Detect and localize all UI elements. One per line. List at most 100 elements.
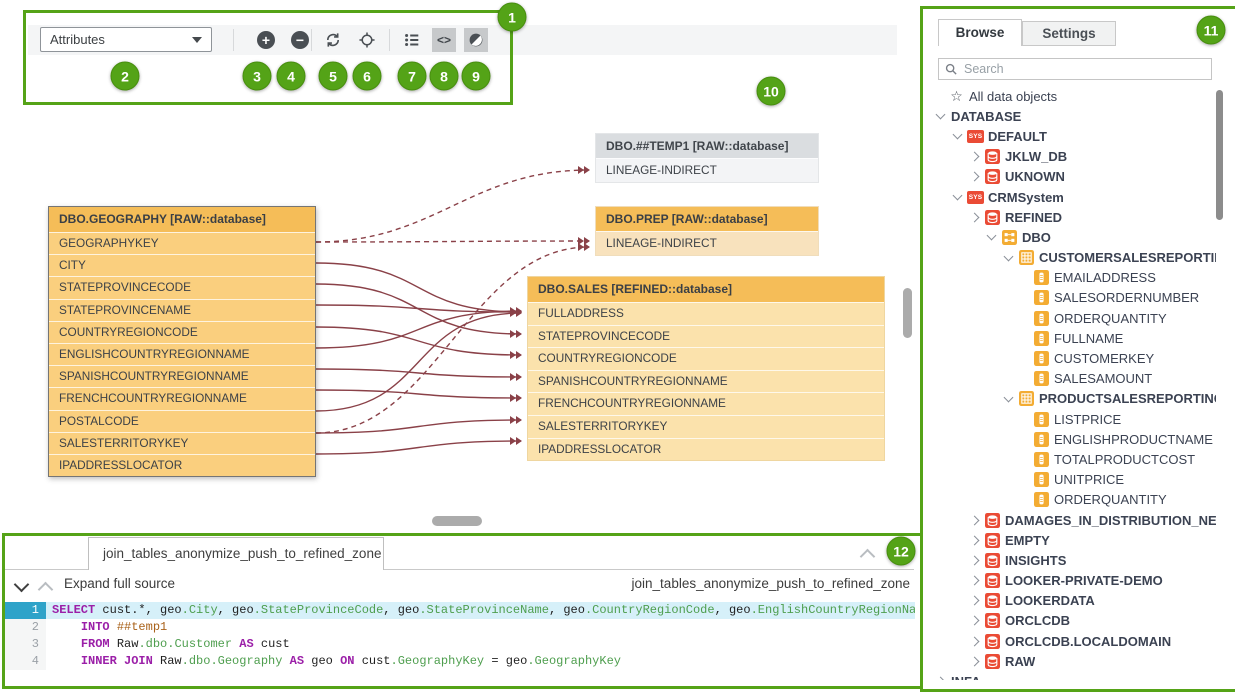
tree-item-jklw-db[interactable]: JKLW_DB [932, 147, 1216, 167]
tree-item-fullname[interactable]: FULLNAME [932, 328, 1216, 348]
node-attribute-row[interactable]: FRENCHCOUNTRYREGIONNAME [49, 387, 315, 409]
lineage-node-geography[interactable]: DBO.GEOGRAPHY [RAW::database]GEOGRAPHYKE… [48, 206, 316, 477]
chevron-right-icon[interactable] [970, 656, 980, 666]
node-attribute-row[interactable]: COUNTRYREGIONCODE [49, 321, 315, 343]
tree-item-orclcdb-localdomain[interactable]: ORCLCDB.LOCALDOMAIN [932, 631, 1216, 651]
node-attribute-row[interactable]: CITY [49, 254, 315, 276]
node-attribute-row[interactable]: IPADDRESSLOCATOR [528, 438, 884, 461]
chevron-down-icon[interactable] [987, 231, 997, 241]
step-down-icon[interactable] [14, 577, 30, 593]
chevron-down-icon[interactable] [936, 110, 946, 120]
node-attribute-row[interactable]: SPANISHCOUNTRYREGIONNAME [49, 365, 315, 387]
tree-item-damages-in-distribution-netw[interactable]: DAMAGES_IN_DISTRIBUTION_NETW [932, 510, 1216, 530]
tree-item-empty[interactable]: EMPTY [932, 530, 1216, 550]
node-attribute-row[interactable]: STATEPROVINCECODE [49, 276, 315, 298]
tree-item-productsalesreporting[interactable]: PRODUCTSALESREPORTING [932, 389, 1216, 409]
tree-item-uknown[interactable]: UKNOWN [932, 167, 1216, 187]
lineage-edge [316, 305, 521, 312]
chevron-right-icon[interactable] [970, 555, 980, 565]
column-icon [1034, 290, 1049, 305]
tree-item-raw[interactable]: RAW [932, 651, 1216, 671]
tree-item-englishproductname[interactable]: ENGLISHPRODUCTNAME [932, 429, 1216, 449]
expand-full-source-link[interactable]: Expand full source [64, 576, 175, 591]
node-attribute-row[interactable]: IPADDRESSLOCATOR [49, 454, 315, 476]
lineage-node-prep[interactable]: DBO.PREP [RAW::database]LINEAGE-INDIRECT [595, 206, 819, 256]
code-view-button[interactable]: <> [432, 28, 456, 52]
tree-item-orclcdb[interactable]: ORCLCDB [932, 611, 1216, 631]
node-attribute-row[interactable]: STATEPROVINCECODE [528, 325, 884, 348]
chevron-right-icon[interactable] [970, 172, 980, 182]
node-attribute-row[interactable]: GEOGRAPHYKEY [49, 232, 315, 254]
attributes-dropdown[interactable]: Attributes [40, 27, 212, 52]
tree-item-salesordernumber[interactable]: SALESORDERNUMBER [932, 288, 1216, 308]
node-attribute-row[interactable]: FULLADDRESS [528, 302, 884, 325]
tab-browse[interactable]: Browse [938, 19, 1022, 46]
node-title: DBO.GEOGRAPHY [RAW::database] [49, 207, 315, 232]
node-attribute-row[interactable]: LINEAGE-INDIRECT [596, 231, 818, 255]
node-attribute-row[interactable]: SALESTERRITORYKEY [528, 415, 884, 438]
chevron-right-icon[interactable] [970, 636, 980, 646]
zoom-in-button[interactable]: + [257, 31, 275, 49]
source-tab[interactable]: join_tables_anonymize_push_to_refined_zo… [88, 537, 384, 570]
zoom-out-button[interactable]: − [291, 31, 309, 49]
tree-item-orderquantity[interactable]: ORDERQUANTITY [932, 490, 1216, 510]
node-attribute-row[interactable]: POSTALCODE [49, 410, 315, 432]
lineage-node-temp1[interactable]: DBO.##TEMP1 [RAW::database]LINEAGE-INDIR… [595, 133, 819, 183]
node-attribute-row[interactable]: COUNTRYREGIONCODE [528, 347, 884, 370]
tree-item-customerkey[interactable]: CUSTOMERKEY [932, 348, 1216, 368]
chevron-down-icon[interactable] [953, 191, 963, 201]
chevron-right-icon[interactable] [970, 576, 980, 586]
tree-item-looker-private-demo[interactable]: LOOKER-PRIVATE-DEMO [932, 571, 1216, 591]
database-icon [985, 613, 1000, 628]
chevron-down-icon[interactable] [1004, 251, 1014, 261]
tree-item-database[interactable]: DATABASE [932, 106, 1216, 126]
tree-item-refined[interactable]: REFINED [932, 207, 1216, 227]
lineage-node-sales[interactable]: DBO.SALES [REFINED::database]FULLADDRESS… [527, 276, 885, 461]
chevron-down-icon[interactable] [953, 130, 963, 140]
sidebar-scrollbar[interactable] [1216, 90, 1223, 220]
chevron-down-icon[interactable] [1004, 392, 1014, 402]
node-attribute-row[interactable]: LINEAGE-INDIRECT [596, 158, 818, 182]
chevron-right-icon[interactable] [936, 677, 946, 680]
tree-item-emailaddress[interactable]: EMAILADDRESS [932, 268, 1216, 288]
chevron-right-icon[interactable] [970, 152, 980, 162]
tree-item-dbo[interactable]: DBO [932, 227, 1216, 247]
node-attribute-row[interactable]: ENGLISHCOUNTRYREGIONNAME [49, 343, 315, 365]
tree-item-unitprice[interactable]: UNITPRICE [932, 470, 1216, 490]
node-attribute-row[interactable]: FRENCHCOUNTRYREGIONNAME [528, 392, 884, 415]
refresh-button[interactable] [324, 31, 342, 49]
tree-item-orderquantity[interactable]: ORDERQUANTITY [932, 308, 1216, 328]
node-attribute-row[interactable]: SALESTERRITORYKEY [49, 432, 315, 454]
node-attribute-row[interactable]: STATEPROVINCENAME [49, 299, 315, 321]
tree-item-lookerdata[interactable]: LOOKERDATA [932, 591, 1216, 611]
step-up-icon[interactable] [38, 582, 54, 598]
database-icon [985, 149, 1000, 164]
tree-item-customersalesreporting[interactable]: CUSTOMERSALESREPORTING [932, 248, 1216, 268]
tree-item-insights[interactable]: INSIGHTS [932, 550, 1216, 570]
list-view-button[interactable] [403, 31, 421, 49]
contrast-button[interactable] [464, 28, 488, 52]
fit-view-button[interactable] [358, 31, 376, 49]
database-icon [985, 210, 1000, 225]
tree-item-all-data-objects[interactable]: ☆All data objects [932, 86, 1216, 106]
database-icon [985, 573, 1000, 588]
canvas-vertical-scrollbar[interactable] [903, 288, 912, 338]
chevron-right-icon[interactable] [970, 535, 980, 545]
tree-item-salesamount[interactable]: SALESAMOUNT [932, 369, 1216, 389]
node-attribute-row[interactable]: SPANISHCOUNTRYREGIONNAME [528, 370, 884, 393]
tree-item-listprice[interactable]: LISTPRICE [932, 409, 1216, 429]
tree-item-totalproductcost[interactable]: TOTALPRODUCTCOST [932, 449, 1216, 469]
chevron-right-icon[interactable] [970, 212, 980, 222]
chevron-right-icon[interactable] [970, 515, 980, 525]
tree-item-infa[interactable]: INFA [932, 671, 1216, 680]
canvas-horizontal-scrollbar[interactable] [432, 516, 482, 526]
chevron-right-icon[interactable] [970, 616, 980, 626]
tree-item-default[interactable]: SYSDEFAULT [932, 126, 1216, 146]
annotation-badge-3: 3 [243, 62, 272, 91]
tree-item-crmsystem[interactable]: SYSCRMSystem [932, 187, 1216, 207]
collapse-panel-icon[interactable] [860, 549, 876, 565]
sql-source-view: 1SELECT cust.*, geo.City, geo.StateProvi… [5, 602, 915, 680]
search-input[interactable] [962, 61, 1211, 77]
tab-settings[interactable]: Settings [1022, 21, 1116, 46]
chevron-right-icon[interactable] [970, 596, 980, 606]
